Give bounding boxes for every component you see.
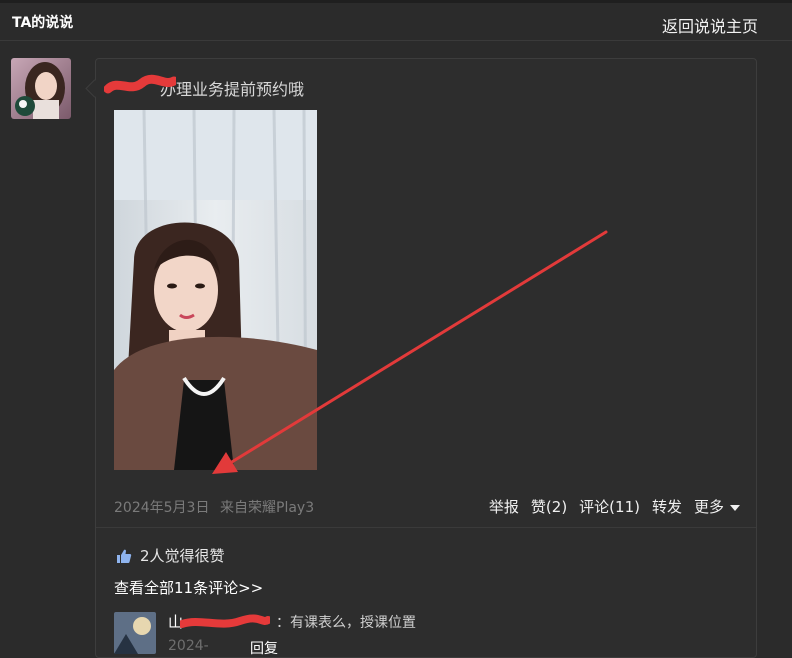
likes-summary: 2人觉得很赞 xyxy=(116,545,225,566)
section-divider xyxy=(96,527,756,528)
like-button[interactable]: 赞(2) xyxy=(531,496,567,517)
thumbs-up-icon xyxy=(117,549,132,563)
more-label: 更多 xyxy=(693,498,724,516)
back-to-feed-link[interactable]: 返回说说主页 xyxy=(662,13,758,37)
more-button[interactable]: 更多 xyxy=(694,496,740,517)
chevron-down-icon xyxy=(730,504,740,511)
redaction-mark xyxy=(104,74,176,94)
reply-button[interactable]: 回复 xyxy=(250,638,278,658)
header-divider xyxy=(0,40,792,41)
page-title: TA的说说 xyxy=(12,15,74,31)
likes-text: 2人觉得很赞 xyxy=(140,547,225,565)
post-actions: 举报 赞(2) 评论(11) 转发 更多 xyxy=(489,496,740,517)
comment-time: 2024- xyxy=(168,638,209,654)
forward-button[interactable]: 转发 xyxy=(652,496,682,517)
report-button[interactable]: 举报 xyxy=(489,496,519,517)
commenter-avatar[interactable] xyxy=(114,612,156,654)
comment-text: ：有课表么，授课位置 xyxy=(276,615,416,631)
top-bar xyxy=(0,0,792,3)
post-photo[interactable] xyxy=(114,110,317,470)
view-all-comments-link[interactable]: 查看全部11条评论>> xyxy=(114,577,263,598)
author-avatar[interactable] xyxy=(11,58,71,119)
post-date: 2024年5月3日 xyxy=(114,500,210,516)
comment-button[interactable]: 评论(11) xyxy=(579,496,640,517)
post-source: 来自荣耀Play3 xyxy=(220,500,315,516)
redaction-mark xyxy=(180,614,270,628)
